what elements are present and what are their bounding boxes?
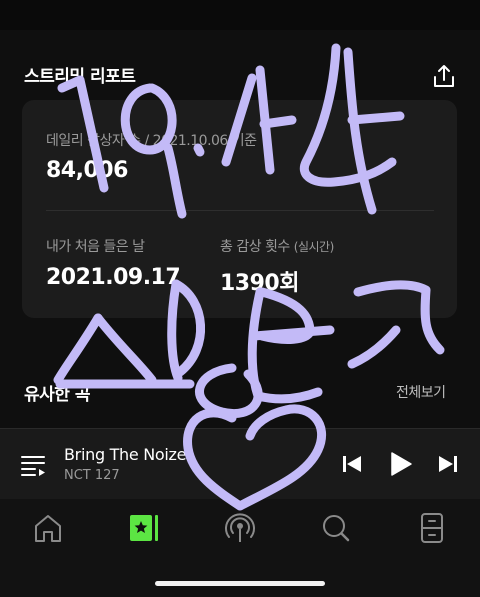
play-icon	[391, 452, 412, 476]
track-title: Bring The Noize	[64, 445, 187, 464]
radio-icon	[225, 513, 255, 542]
share-button[interactable]	[430, 62, 458, 90]
total-plays-value: 1390회	[220, 271, 299, 296]
view-all-link[interactable]: 전체보기	[396, 382, 446, 402]
mini-player[interactable]: Bring The Noize NCT 127	[0, 428, 480, 500]
total-plays-label-row: 총 감상 횟수 (실시간)	[220, 236, 334, 256]
first-listen-value: 2021.09.17	[46, 265, 181, 290]
similar-songs-title: 유사한 곡	[24, 385, 90, 405]
status-bar	[0, 0, 480, 30]
previous-button[interactable]	[337, 449, 367, 479]
previous-icon	[343, 456, 361, 472]
play-button[interactable]	[385, 449, 415, 479]
next-button[interactable]	[433, 449, 463, 479]
library-icon	[130, 515, 158, 541]
daily-listeners-label: 데일리 감상자 수 / 2021.10.06 기준	[46, 133, 257, 149]
playlist-icon	[21, 456, 45, 476]
home-icon	[35, 515, 61, 542]
card-divider	[46, 210, 434, 211]
storage-icon	[421, 513, 443, 543]
track-artist: NCT 127	[64, 468, 120, 483]
daily-listeners-value: 84,006	[46, 158, 128, 183]
stats-card: 데일리 감상자 수 / 2021.10.06 기준 84,006 내가 처음 들…	[22, 100, 457, 318]
streaming-report-title: 스트리밍 리포트	[24, 67, 136, 87]
home-indicator	[155, 581, 325, 586]
tab-radio[interactable]	[220, 511, 260, 545]
total-plays-note: (실시간)	[293, 240, 334, 254]
next-icon	[439, 456, 457, 472]
tab-library[interactable]	[126, 511, 166, 545]
first-listen-label: 내가 처음 들은 날	[46, 239, 145, 255]
total-plays-label: 총 감상 횟수	[220, 239, 290, 255]
tab-home[interactable]	[28, 511, 68, 545]
tab-search[interactable]	[316, 511, 356, 545]
playlist-button[interactable]	[18, 451, 48, 479]
tab-storage[interactable]	[412, 511, 452, 545]
search-icon	[323, 515, 350, 542]
share-icon	[434, 65, 454, 87]
